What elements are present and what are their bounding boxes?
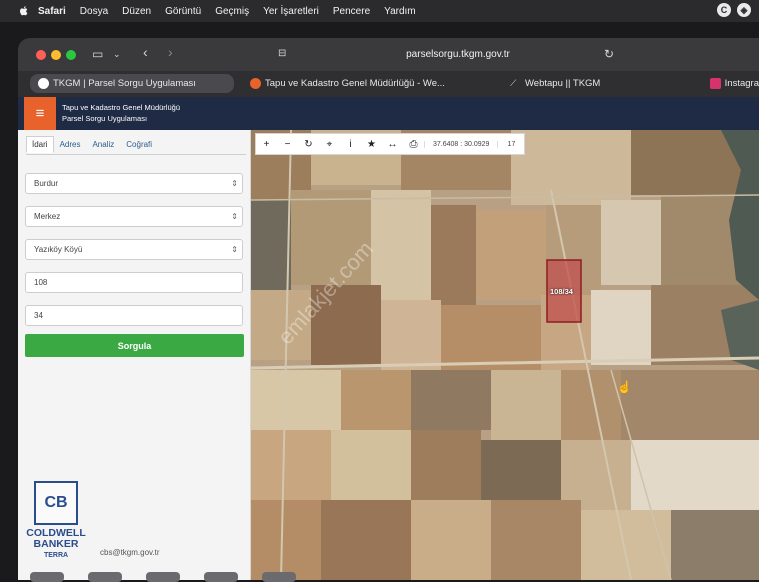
contact-email[interactable]: cbs@tkgm.gov.tr xyxy=(100,548,160,557)
tab-webtapu[interactable]: ⟋ Webtapu || TKGM xyxy=(510,74,670,93)
site-header: ≡ Tapu ve Kadastro Genel Müdürlüğü Parse… xyxy=(18,97,759,130)
minimize-window-button[interactable] xyxy=(51,50,61,60)
tab-cografi[interactable]: Coğrafi xyxy=(120,136,158,153)
forward-icon[interactable]: › xyxy=(168,44,173,60)
close-window-button[interactable] xyxy=(36,50,46,60)
tab-adres[interactable]: Adres xyxy=(54,136,87,153)
logo-text: COLDWELL BANKER TERRA xyxy=(20,528,92,561)
mahalle-value: Yazıköy Köyü xyxy=(34,245,83,254)
zoom-out-icon[interactable]: − xyxy=(277,139,298,150)
menu-bar: Safari Dosya Düzen Görüntü Geçmiş Yer İş… xyxy=(0,0,759,22)
coordinate-readout: 37.6408 : 30.0929 xyxy=(424,140,499,148)
parsel-input[interactable]: 34 xyxy=(25,305,243,326)
tab-label: Instagra xyxy=(724,78,759,89)
satellite-imagery xyxy=(251,130,759,580)
print-icon[interactable]: ⎙ xyxy=(403,139,424,150)
hamburger-icon: ≡ xyxy=(35,105,45,122)
locate-icon[interactable]: ⌖ xyxy=(319,139,340,150)
dock-app-icon[interactable] xyxy=(262,572,296,582)
address-bar[interactable]: parselsorgu.tkgm.gov.tr xyxy=(328,46,588,64)
menu-gecmis[interactable]: Geçmiş xyxy=(215,6,249,17)
web-page: ≡ Tapu ve Kadastro Genel Müdürlüğü Parse… xyxy=(18,97,759,580)
ada-input[interactable]: 108 xyxy=(25,272,243,293)
tab-analiz[interactable]: Analiz xyxy=(86,136,120,153)
sidebar-toggle-icon[interactable]: ▭ xyxy=(92,47,103,61)
logo-line3: TERRA xyxy=(43,552,69,559)
menu-yer-isaretleri[interactable]: Yer İşaretleri xyxy=(263,6,319,17)
il-value: Burdur xyxy=(34,179,59,188)
menu-safari[interactable]: Safari xyxy=(38,6,66,17)
page-settings-icon[interactable]: ⊟ xyxy=(278,48,286,59)
ada-value: 108 xyxy=(34,278,48,287)
dock-app-icon[interactable] xyxy=(204,572,238,582)
logo-line2: BANKER xyxy=(33,538,79,550)
dock-app-icon[interactable] xyxy=(146,572,180,582)
browser-window: ▭ ⌄ ‹ › ⊟ parselsorgu.tkgm.gov.tr ↻ TKGM… xyxy=(18,38,759,580)
status-c-icon[interactable]: C xyxy=(717,3,731,17)
ilce-select[interactable]: Merkez ⇕ xyxy=(25,206,243,227)
tab-bar: TKGM | Parsel Sorgu Uygulaması Tapu ve K… xyxy=(18,71,759,97)
site-title-line1: Tapu ve Kadastro Genel Müdürlüğü xyxy=(62,103,180,112)
browser-toolbar: ▭ ⌄ ‹ › ⊟ parselsorgu.tkgm.gov.tr ↻ xyxy=(18,38,759,71)
tab-instagram[interactable]: Instagra xyxy=(710,74,759,93)
satellite-map[interactable]: emlakjet.com + − ↻ ⌖ i ★ ↔ ⎙ 37.6408 : 3… xyxy=(251,130,759,580)
tab-idari[interactable]: İdari xyxy=(26,136,54,153)
tab-label: TKGM | Parsel Sorgu Uygulaması xyxy=(53,78,196,89)
zoom-window-button[interactable] xyxy=(66,50,76,60)
menu-pencere[interactable]: Pencere xyxy=(333,6,370,17)
dock xyxy=(30,572,330,582)
instagram-favicon-icon xyxy=(710,78,721,89)
tkgm-favicon-icon xyxy=(250,78,261,89)
parcel-label[interactable]: 108/34 xyxy=(550,287,573,296)
hamburger-menu-button[interactable]: ≡ xyxy=(24,97,56,130)
zoom-in-icon[interactable]: + xyxy=(256,139,277,150)
panel-tabs: İdari Adres Analiz Coğrafi xyxy=(26,136,158,153)
select-chevron-icon: ⇕ xyxy=(231,212,238,221)
tab-label: Webtapu || TKGM xyxy=(525,78,601,89)
back-icon[interactable]: ‹ xyxy=(143,44,148,60)
cb-logo-icon: CB xyxy=(34,481,78,525)
shield-icon[interactable]: ◈ xyxy=(737,3,751,17)
tab-parsel-sorgu[interactable]: TKGM | Parsel Sorgu Uygulaması xyxy=(30,74,234,93)
tab-divider xyxy=(26,154,246,155)
ilce-value: Merkez xyxy=(34,212,61,221)
sorgula-button[interactable]: Sorgula xyxy=(25,334,244,357)
mahalle-select[interactable]: Yazıköy Köyü ⇕ xyxy=(25,239,243,260)
menu-goruntu[interactable]: Görüntü xyxy=(165,6,201,17)
refresh-icon[interactable]: ↻ xyxy=(298,139,319,150)
hand-cursor-icon: ☝ xyxy=(617,380,632,394)
menu-duzen[interactable]: Düzen xyxy=(122,6,151,17)
select-chevron-icon: ⇕ xyxy=(231,179,238,188)
zoom-level: 17 xyxy=(507,140,516,148)
measure-icon[interactable]: ↔ xyxy=(382,139,403,150)
chevron-down-icon[interactable]: ⌄ xyxy=(113,49,121,60)
site-title: Tapu ve Kadastro Genel Müdürlüğü Parsel … xyxy=(62,102,180,124)
reload-icon[interactable]: ↻ xyxy=(604,47,614,61)
tab-tkgm-web[interactable]: Tapu ve Kadastro Genel Müdürlüğü - We... xyxy=(250,74,446,93)
webtapu-favicon-icon: ⟋ xyxy=(510,78,517,88)
favorite-star-icon[interactable]: ★ xyxy=(361,139,382,150)
site-title-line2: Parsel Sorgu Uygulaması xyxy=(62,114,148,123)
menu-yardim[interactable]: Yardım xyxy=(384,6,416,17)
info-icon[interactable]: i xyxy=(340,139,361,150)
tab-label: Tapu ve Kadastro Genel Müdürlüğü - We... xyxy=(265,78,445,89)
dock-app-icon[interactable] xyxy=(30,572,64,582)
apple-icon[interactable] xyxy=(18,5,30,17)
menu-dosya[interactable]: Dosya xyxy=(80,6,108,17)
dock-app-icon[interactable] xyxy=(88,572,122,582)
tkgm-favicon-icon xyxy=(38,78,49,89)
map-toolbar: + − ↻ ⌖ i ★ ↔ ⎙ 37.6408 : 30.0929 17 xyxy=(255,133,526,155)
il-select[interactable]: Burdur ⇕ xyxy=(25,173,243,194)
coldwell-banker-logo: CB COLDWELL BANKER TERRA xyxy=(20,481,92,561)
parsel-value: 34 xyxy=(34,311,43,320)
select-chevron-icon: ⇕ xyxy=(231,245,238,254)
